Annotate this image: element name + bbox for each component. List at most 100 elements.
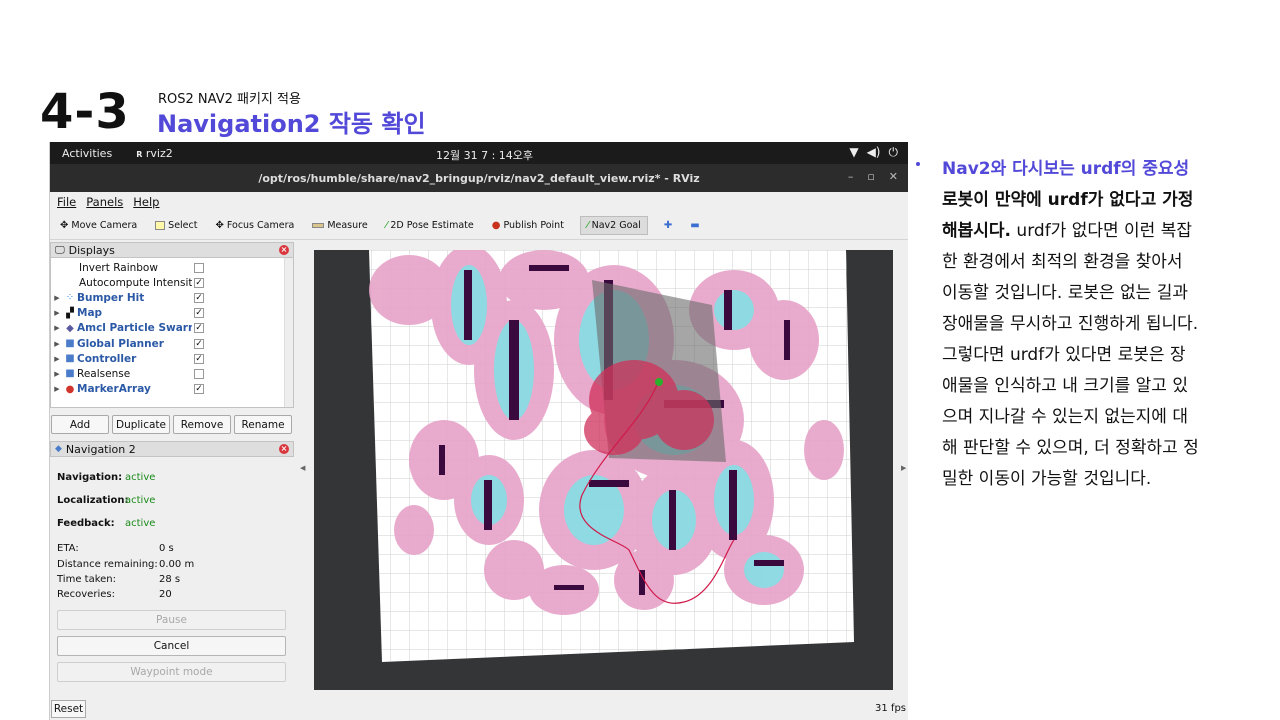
- folder-icon: ■: [65, 338, 75, 350]
- select-label: Select: [168, 220, 198, 231]
- notes-line: 장애물을 무시하고 진행하게 됩니다.: [942, 314, 1199, 334]
- checkbox[interactable]: ✓: [194, 338, 204, 349]
- rename-button[interactable]: Rename: [234, 415, 292, 434]
- tree-row-map[interactable]: ▶ ▞ Map ✓: [51, 306, 293, 321]
- 3d-viewport[interactable]: [314, 250, 893, 690]
- expand-arrow-icon[interactable]: ▶: [51, 370, 63, 378]
- notes-line: 이동할 것입니다. 로봇은 없는 길과: [942, 283, 1188, 303]
- status-value: active: [125, 518, 156, 529]
- kv-value: 0 s: [159, 543, 174, 555]
- status-label: Navigation:: [57, 472, 123, 483]
- tree-row-realsense[interactable]: ▶ ■ Realsense: [51, 366, 293, 381]
- green-arrow-icon: ⁄: [586, 219, 589, 231]
- checkbox[interactable]: [194, 368, 204, 379]
- pause-button[interactable]: Pause: [57, 609, 286, 630]
- wifi-icon: ▼: [849, 145, 859, 159]
- pose-estimate-tool[interactable]: ⁄ 2D Pose Estimate: [384, 217, 476, 234]
- notes-bold-fragment: 해봅시다.: [942, 221, 1012, 241]
- window-title: /opt/ros/humble/share/nav2_bringup/rviz/…: [258, 171, 700, 185]
- tree-row-invert-rainbow[interactable]: Invert Rainbow: [51, 260, 293, 275]
- move-icon: ✥: [60, 219, 69, 231]
- measure-tool[interactable]: Measure: [310, 217, 369, 234]
- checkbox[interactable]: ✓: [194, 353, 204, 364]
- close-window-icon[interactable]: ✕: [889, 170, 898, 183]
- add-button[interactable]: Add: [51, 415, 109, 434]
- notes-line: 으며 지나갈 수 있는지 없는지에 대: [942, 407, 1188, 427]
- active-app-indicator[interactable]: R rviz2: [136, 147, 173, 160]
- volume-icon: ◀): [866, 145, 881, 159]
- tree-row-amcl[interactable]: ▶ ◆ Amcl Particle Swarm ✓: [51, 321, 293, 336]
- notes-line: 로봇이 만약에 urdf가 없다고 가정: [942, 190, 1194, 210]
- notes-line: 애물을 인식하고 내 크기를 알고 있: [942, 376, 1188, 396]
- feedback-status: Feedback: active: [57, 512, 287, 535]
- bullet-icon: [916, 162, 920, 166]
- menu-file[interactable]: File: [57, 195, 76, 209]
- close-icon[interactable]: ×: [279, 245, 289, 255]
- collapse-left-icon[interactable]: ◀: [300, 464, 305, 472]
- checkbox[interactable]: ✓: [194, 277, 204, 288]
- system-clock[interactable]: 12월 31 7 : 14오후: [436, 147, 533, 163]
- green-arrow-icon: ⁄: [385, 219, 388, 231]
- time-row: Time taken: 28 s: [57, 572, 287, 587]
- focus-camera-label: Focus Camera: [226, 220, 295, 231]
- remove-tool-button[interactable]: ▬: [688, 218, 701, 234]
- navigation-panel: ◆ Navigation 2 × Navigation: active Local…: [50, 441, 294, 697]
- move-camera-tool[interactable]: ✥ Move Camera: [58, 217, 139, 234]
- expand-arrow-icon[interactable]: ▶: [51, 385, 63, 393]
- checkbox[interactable]: [194, 262, 204, 273]
- expand-arrow-icon[interactable]: ▶: [51, 340, 63, 348]
- map-render: [369, 250, 854, 662]
- map-icon: ▞: [66, 307, 74, 319]
- checkbox[interactable]: ✓: [194, 292, 204, 303]
- tree-label: Global Planner: [77, 337, 164, 350]
- checkbox[interactable]: ✓: [194, 384, 204, 395]
- close-icon[interactable]: ×: [279, 444, 289, 454]
- notes-heading: Nav2와 다시보는 urdf의 중요성: [942, 159, 1190, 179]
- cancel-button[interactable]: Cancel: [57, 635, 286, 656]
- minimize-icon[interactable]: –: [848, 170, 854, 183]
- checkbox[interactable]: ✓: [194, 323, 204, 334]
- distance-row: Distance remaining: 0.00 m: [57, 556, 287, 571]
- tree-row-autocompute[interactable]: Autocompute Intensit... ✓: [51, 275, 293, 290]
- expand-arrow-icon[interactable]: ▶: [51, 324, 63, 332]
- notes-fragment: urdf가 없다면 이런 복잡: [1011, 221, 1193, 241]
- publish-point-tool[interactable]: ● Publish Point: [490, 217, 566, 234]
- rviz-screenshot: Activities R rviz2 12월 31 7 : 14오후 ▼ ◀) …: [49, 142, 908, 720]
- waypoint-mode-button[interactable]: Waypoint mode: [57, 661, 286, 682]
- tree-row-marker-array[interactable]: ▶ ● MarkerArray ✓: [51, 382, 293, 397]
- activities-button[interactable]: Activities: [62, 147, 112, 160]
- left-dock: 🖵 Displays × Invert Rainbow Autocompute …: [50, 242, 294, 720]
- status-value: active: [125, 472, 156, 483]
- remove-button[interactable]: Remove: [173, 415, 231, 434]
- eta-row: ETA: 0 s: [57, 541, 287, 556]
- reset-button[interactable]: Reset: [51, 700, 86, 718]
- maximize-icon[interactable]: ▫: [867, 170, 874, 183]
- menu-panels[interactable]: Panels: [86, 195, 123, 209]
- collapse-right-icon[interactable]: ▶: [901, 464, 906, 472]
- tree-row-bumper-hit[interactable]: ▶ ⁘ Bumper Hit ✓: [51, 290, 293, 305]
- select-tool[interactable]: Select: [153, 217, 199, 234]
- displays-scrollbar[interactable]: [284, 258, 293, 407]
- add-tool-button[interactable]: ✚: [662, 218, 674, 234]
- tree-row-controller[interactable]: ▶ ■ Controller ✓: [51, 351, 293, 366]
- nav2-goal-tool[interactable]: ⁄ Nav2 Goal: [579, 216, 648, 235]
- tree-row-global-planner[interactable]: ▶ ■ Global Planner ✓: [51, 336, 293, 351]
- expand-arrow-icon[interactable]: ▶: [51, 355, 63, 363]
- navigation-status: Navigation: active: [57, 466, 287, 489]
- map-pin-icon: ●: [491, 219, 501, 231]
- status-label: Localization:: [57, 495, 129, 506]
- desktop-topbar: Activities R rviz2 12월 31 7 : 14오후 ▼ ◀) …: [50, 142, 908, 164]
- measure-label: Measure: [327, 220, 368, 231]
- tree-label: Controller: [77, 352, 137, 365]
- kv-value: 0.00 m: [159, 558, 195, 570]
- focus-camera-tool[interactable]: ✥ Focus Camera: [213, 217, 296, 234]
- kv-label: Recoveries:: [57, 589, 115, 601]
- menu-help[interactable]: Help: [133, 195, 159, 209]
- checkbox[interactable]: ✓: [194, 308, 204, 319]
- expand-arrow-icon[interactable]: ▶: [51, 294, 63, 302]
- system-tray[interactable]: ▼ ◀) ⏻: [849, 145, 898, 160]
- expand-arrow-icon[interactable]: ▶: [51, 309, 63, 317]
- publish-point-label: Publish Point: [503, 220, 564, 231]
- duplicate-button[interactable]: Duplicate: [112, 415, 170, 434]
- displays-title: Displays: [68, 243, 115, 257]
